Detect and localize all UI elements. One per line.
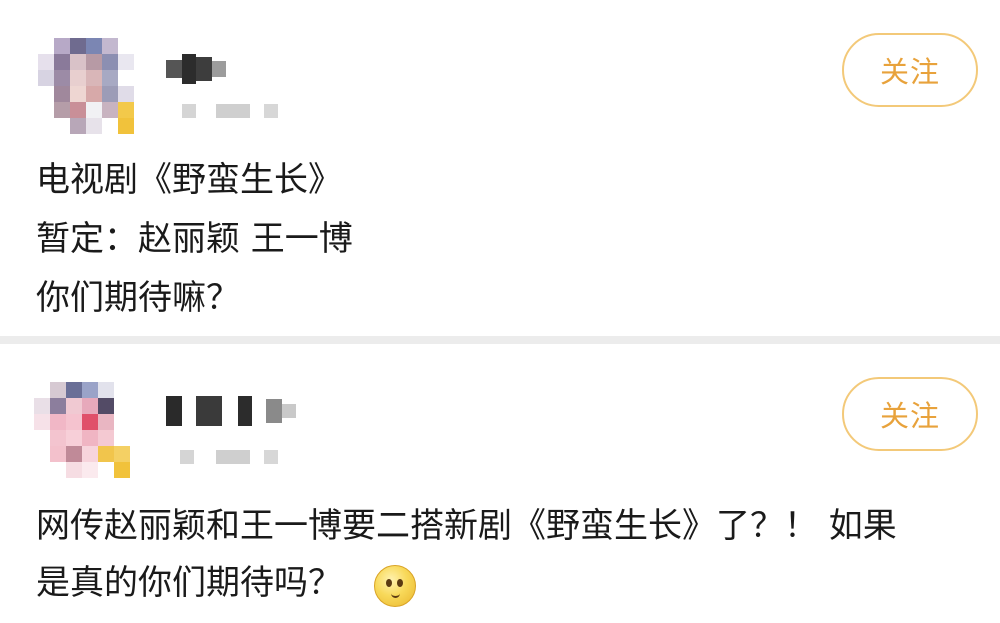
follow-button[interactable]: 关注	[842, 377, 978, 451]
post-text-line: 是真的你们期待吗？	[36, 563, 342, 603]
post-text-line: 你们期待嘛？	[36, 278, 240, 318]
post-text-line: 电视剧《野蛮生长》	[36, 160, 342, 200]
post-meta	[180, 450, 278, 464]
post-meta	[182, 104, 278, 118]
follow-button[interactable]: 关注	[842, 33, 978, 107]
avatar[interactable]	[38, 38, 134, 134]
post-text-line: 暂定：赵丽颖 王一博	[36, 219, 353, 259]
post-divider	[0, 336, 1000, 344]
username[interactable]	[166, 54, 226, 84]
post-text-line: 网传赵丽颖和王一博要二搭新剧《野蛮生长》了？！ 如果	[36, 506, 897, 546]
post-card: 关注 网传赵丽颖和王一博要二搭新剧《野蛮生长》了？！ 如果 是真的你们期待吗？	[0, 344, 1000, 623]
thinking-face-icon	[374, 565, 416, 607]
avatar[interactable]	[34, 382, 130, 478]
username[interactable]	[166, 396, 296, 426]
post-card: 关注 电视剧《野蛮生长》 暂定：赵丽颖 王一博 你们期待嘛？	[0, 0, 1000, 336]
